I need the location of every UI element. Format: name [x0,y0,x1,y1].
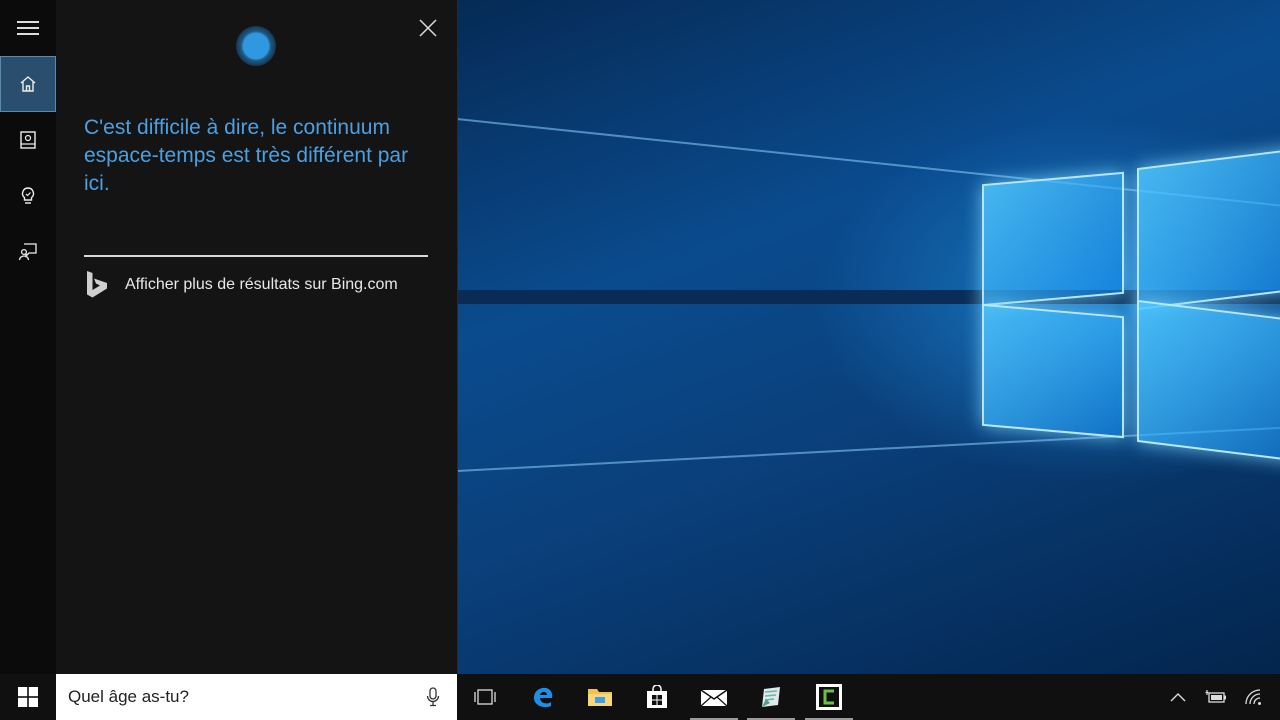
mail-button[interactable] [686,674,742,720]
mail-icon [700,689,728,707]
store-icon [647,685,667,708]
window-pane-tr [1137,147,1280,311]
camtasia-button[interactable] [801,674,857,720]
task-view-button[interactable] [457,674,513,720]
cortana-icon [236,26,276,66]
edge-icon [534,687,553,708]
close-button[interactable] [414,14,442,42]
cortana-nav-rail [0,0,56,674]
task-view-icon [474,689,496,705]
battery-button[interactable] [1198,674,1234,720]
bing-results-link[interactable]: Afficher plus de résultats sur Bing.com [84,268,428,302]
home-icon [20,76,36,92]
battery-icon [1205,690,1226,703]
wifi-icon [1245,689,1261,705]
reminders-button[interactable] [0,168,56,224]
bing-link-label: Afficher plus de résultats sur Bing.com [125,276,398,293]
network-button[interactable] [1236,674,1272,720]
close-icon [419,19,437,37]
menu-button[interactable] [0,0,56,56]
file-explorer-button[interactable] [572,674,628,720]
feedback-button[interactable] [0,224,56,280]
cortana-panel: C'est difficile à dire, le continuum esp… [0,0,458,674]
folder-icon [588,689,612,706]
window-pane-tl [982,171,1124,307]
divider [84,255,428,257]
taskbar [0,674,1280,720]
edge-button[interactable] [515,674,571,720]
feedback-icon [18,243,37,261]
desktop-wallpaper [457,0,1280,674]
chevron-up-icon [1170,693,1186,702]
windows-logo-icon [18,687,38,707]
notebook-icon [20,131,36,149]
store-button[interactable] [629,674,685,720]
microphone-button[interactable] [418,682,448,712]
document-app-button[interactable] [743,674,799,720]
camtasia-icon [816,684,842,710]
notebook-button[interactable] [0,112,56,168]
start-button[interactable] [0,674,56,720]
document-app-icon [762,687,780,707]
show-hidden-icons-button[interactable] [1160,674,1196,720]
search-input[interactable] [68,674,408,720]
search-box[interactable] [56,674,457,720]
cortana-answer: C'est difficile à dire, le continuum esp… [84,116,409,195]
microphone-icon [426,687,440,707]
window-pane-br [1137,299,1280,463]
home-button[interactable] [0,56,56,112]
lightbulb-icon [21,187,35,204]
hamburger-icon [17,17,39,39]
window-pane-bl [982,303,1124,439]
bing-icon [87,271,107,298]
